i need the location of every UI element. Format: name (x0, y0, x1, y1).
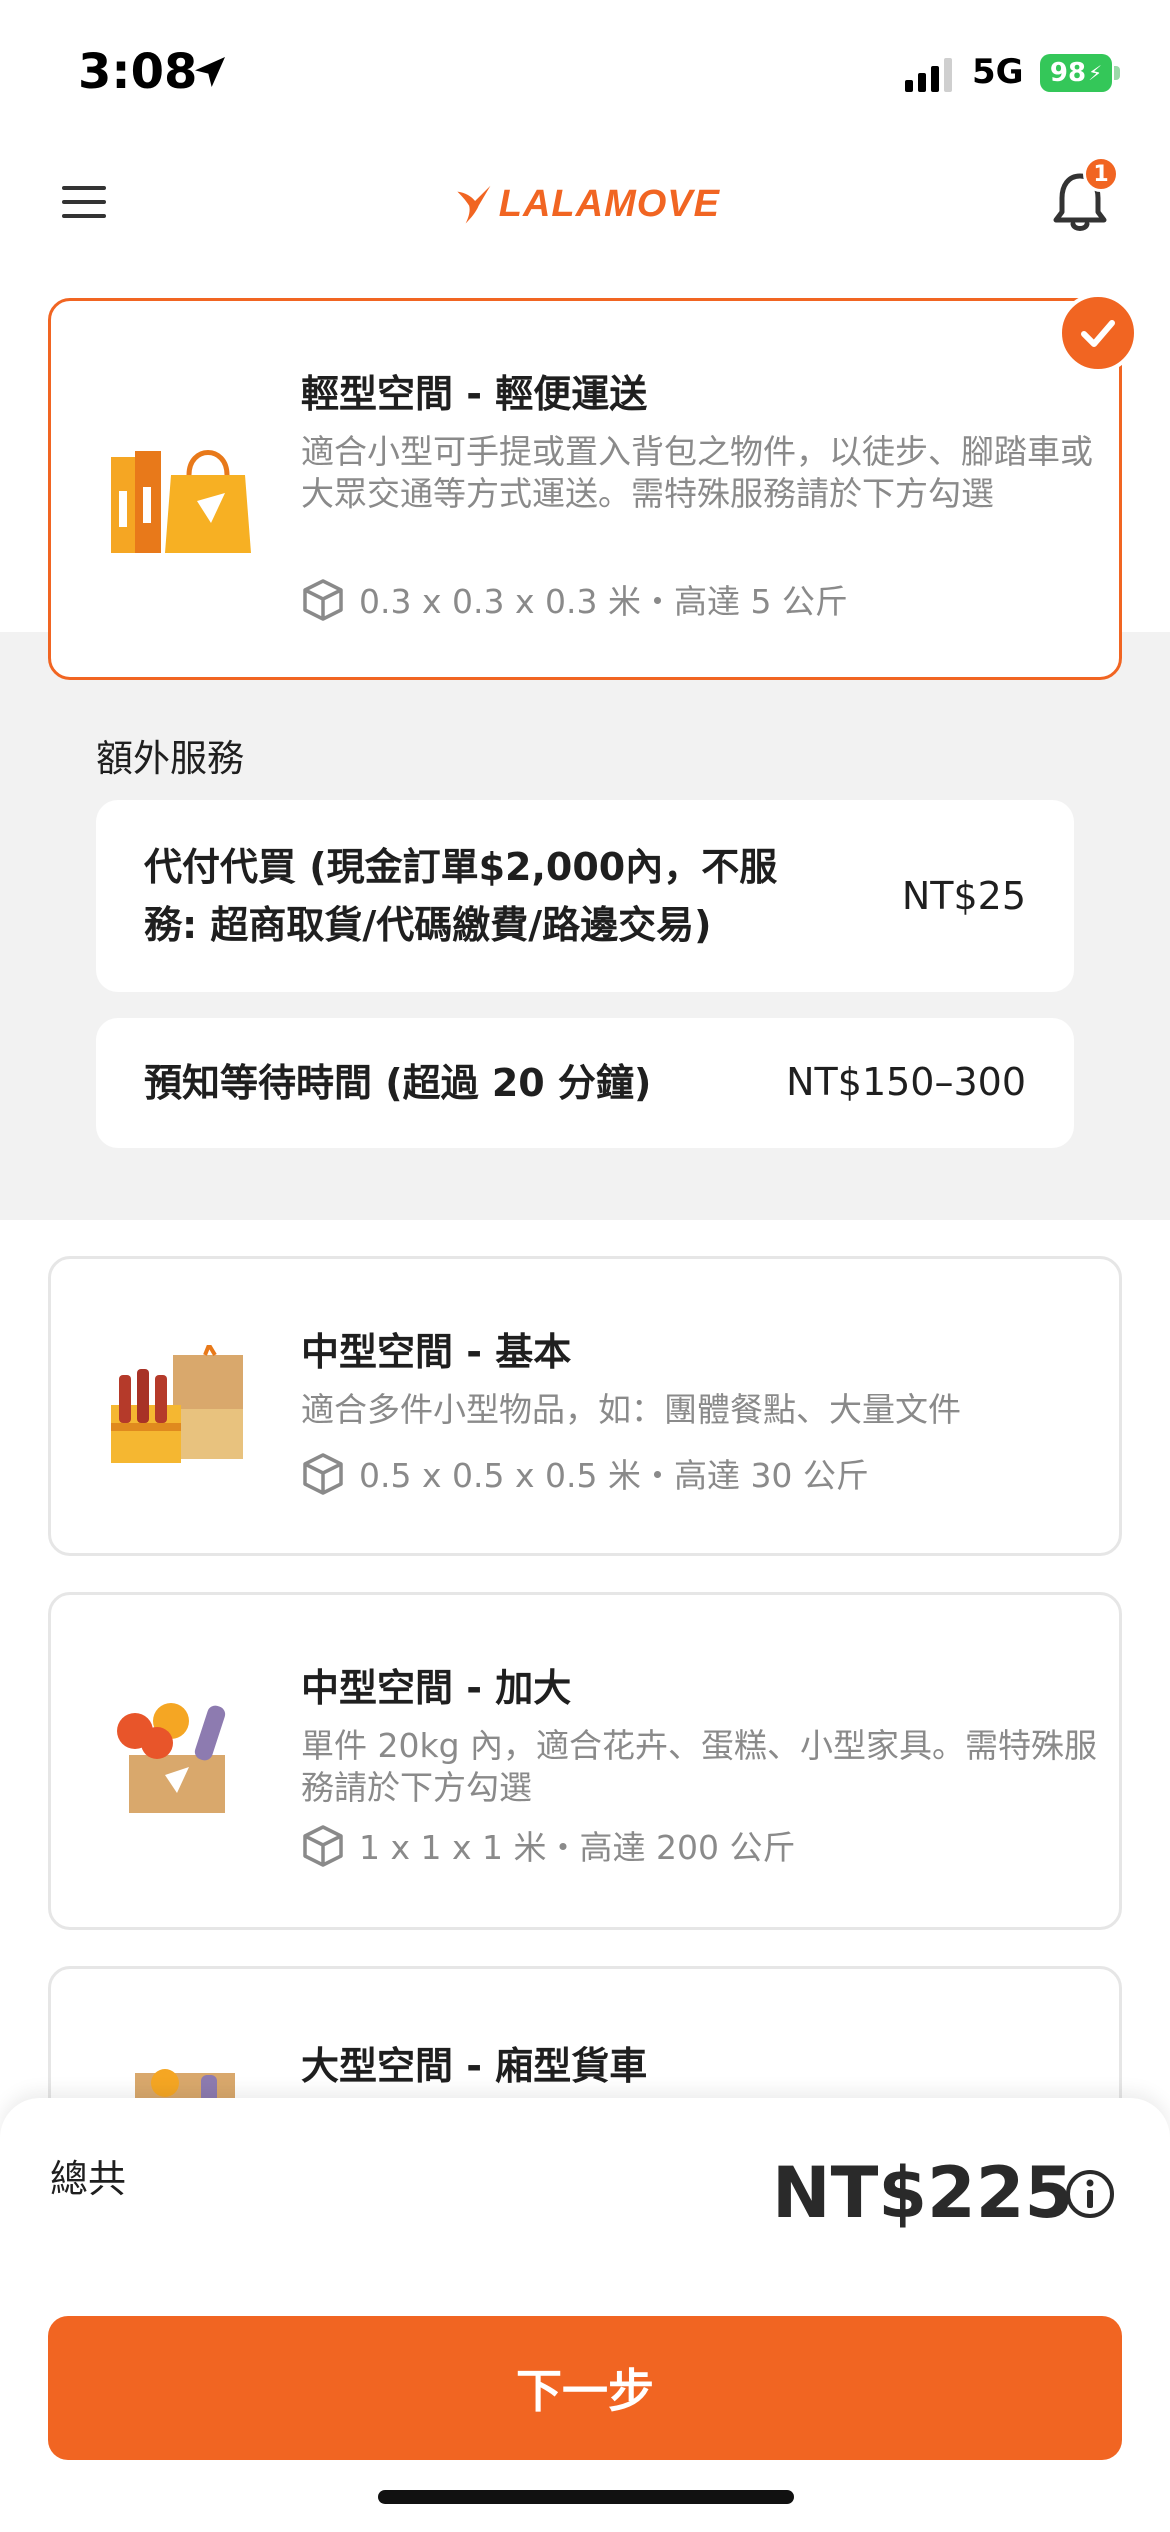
package-box-icon (303, 1453, 343, 1495)
lalamove-logo: LALAMOVE (455, 165, 720, 243)
extra-label-line2: 務: 超商取貨/代碼繳費/路邊交易) (144, 903, 712, 947)
flowers-box-illustration (117, 1703, 226, 1813)
extra-service-wait-time[interactable]: 預知等待時間 (超過 20 分鐘) NT$150–300 (96, 1018, 1074, 1148)
vehicle-spec: 1 x 1 x 1 米・高達 200 公斤 (301, 1821, 795, 1869)
vehicle-spec-text: 1 x 1 x 1 米・高達 200 公斤 (359, 1828, 796, 1867)
extra-service-label: 預知等待時間 (超過 20 分鐘) (144, 1061, 652, 1105)
extra-service-cod[interactable]: 代付代買 (現金訂單$2,000內，不服 務: 超商取貨/代碼繳費/路邊交易) … (96, 800, 1074, 992)
vehicle-title: 大型空間 - 廂型貨車 (301, 2044, 648, 2088)
extra-service-price: NT$25 (901, 874, 1026, 918)
binders-bag-illustration (111, 450, 251, 553)
home-indicator (378, 2490, 794, 2504)
vehicle-spec-text: 0.5 x 0.5 x 0.5 米・高達 30 公斤 (359, 1456, 869, 1495)
info-icon[interactable] (1064, 2168, 1116, 2220)
total-price: NT$225 (772, 2152, 1074, 2234)
vehicle-spec: 0.5 x 0.5 x 0.5 米・高達 30 公斤 (301, 1449, 869, 1497)
battery-level: 98 (1049, 58, 1087, 88)
selected-check-icon (1058, 293, 1138, 373)
vehicle-card-medium-large[interactable]: 中型空間 - 加大 單件 20kg 內，適合花卉、蛋糕、小型家具。需特殊服務請於… (48, 1592, 1122, 1930)
vehicle-card-medium-basic[interactable]: 中型空間 - 基本 適合多件小型物品，如：團體餐點、大量文件 0.5 x 0.5… (48, 1256, 1122, 1556)
extra-service-price: NT$150–300 (786, 1060, 1026, 1104)
battery-indicator: 98 ⚡ (1040, 54, 1112, 92)
package-box-icon (303, 579, 343, 621)
hamburger-menu-icon[interactable] (62, 180, 106, 224)
next-step-button[interactable]: 下一步 (48, 2316, 1122, 2460)
vehicle-title: 輕型空間 - 輕便運送 (301, 372, 648, 416)
vehicle-title: 中型空間 - 加大 (301, 1666, 572, 1710)
vehicle-title: 中型空間 - 基本 (301, 1330, 572, 1374)
status-time: 3:08 (78, 44, 198, 100)
extra-service-label: 代付代買 (現金訂單$2,000內，不服 務: 超商取貨/代碼繳費/路邊交易) (144, 838, 777, 954)
logo-text: LALAMOVE (498, 182, 720, 225)
vehicle-card-light[interactable]: 輕型空間 - 輕便運送 適合小型可手提或置入背包之物件，以徒步、腳踏車或大眾交通… (48, 298, 1122, 680)
location-arrow-icon (195, 57, 225, 87)
network-type: 5G (972, 52, 1024, 92)
bird-logo-icon (457, 185, 491, 224)
vehicle-spec-text: 0.3 x 0.3 x 0.3 米・高達 5 公斤 (359, 582, 848, 621)
total-label: 總共 (50, 2157, 127, 2201)
vehicle-description: 適合小型可手提或置入背包之物件，以徒步、腳踏車或大眾交通等方式運送。需特殊服務請… (301, 432, 1093, 513)
cellular-signal-icon (905, 58, 952, 92)
extras-section-title: 額外服務 (96, 737, 244, 780)
notification-badge: 1 (1083, 156, 1119, 192)
vehicle-spec: 0.3 x 0.3 x 0.3 米・高達 5 公斤 (301, 575, 848, 623)
extra-label-line1: 代付代買 (現金訂單$2,000內，不服 (144, 845, 778, 889)
package-box-icon (303, 1825, 343, 1867)
status-bar: 3:08 5G 98 ⚡ (0, 0, 1170, 150)
drinks-crate-illustration (111, 1345, 243, 1463)
vehicle-description: 單件 20kg 內，適合花卉、蛋糕、小型家具。需特殊服務請於下方勾選 (301, 1726, 1098, 1807)
vehicle-description: 適合多件小型物品，如：團體餐點、大量文件 (301, 1390, 961, 1429)
charging-bolt-icon: ⚡ (1088, 61, 1103, 85)
battery-tip (1114, 66, 1120, 80)
